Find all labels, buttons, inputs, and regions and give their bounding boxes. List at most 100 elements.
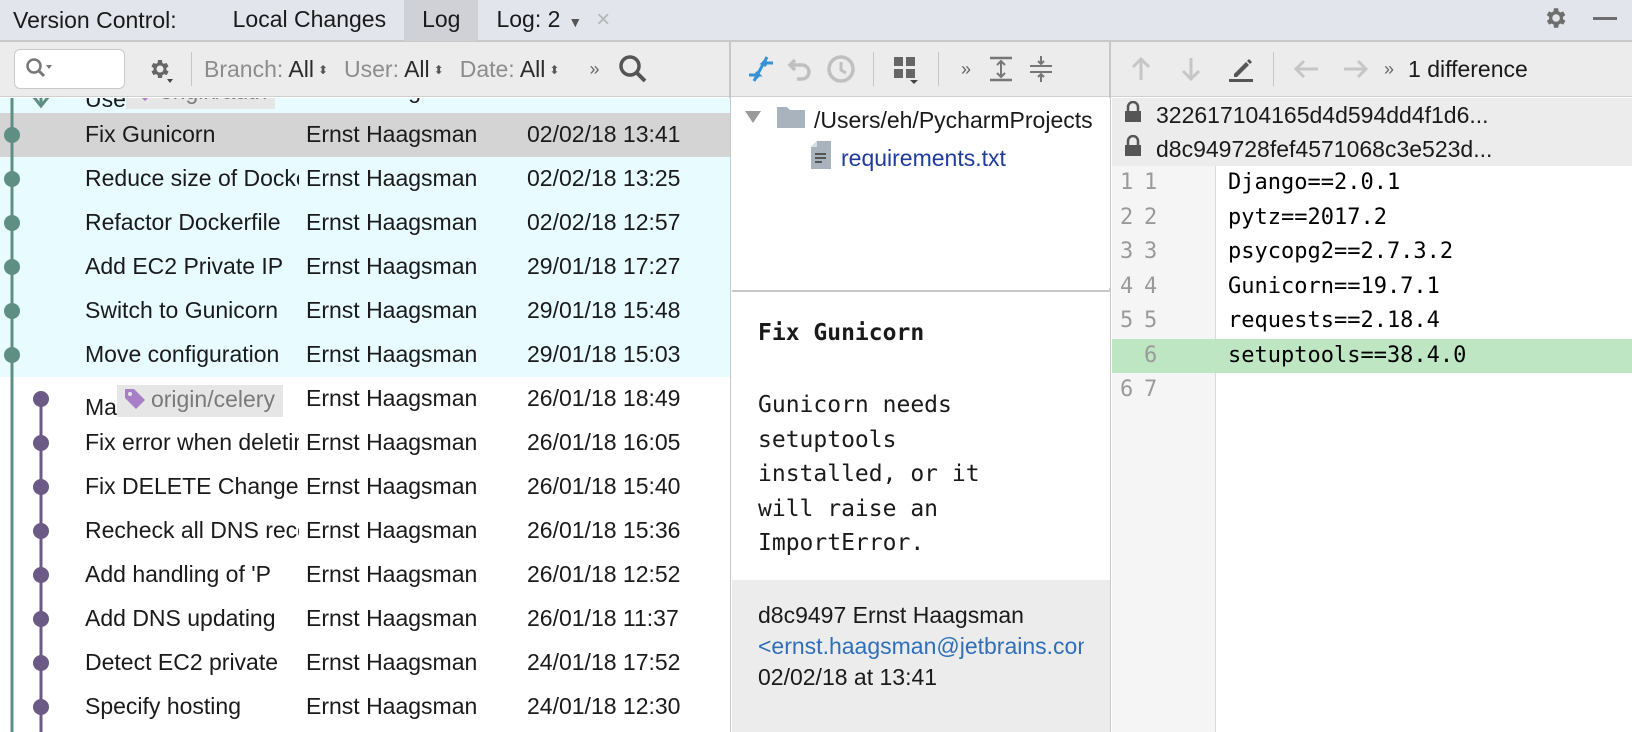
- author-email-link[interactable]: <ernst.haagsman@jetbrains.com>: [758, 631, 1084, 662]
- minimize-icon[interactable]: [1592, 5, 1618, 36]
- changes-toolbar: »: [731, 42, 1110, 97]
- commit-message-text: Detect EC2 private: [85, 649, 279, 675]
- history-clock-icon[interactable]: [821, 49, 861, 89]
- commit-message: Fix error when deleting: [85, 429, 299, 456]
- updown-arrows-icon: ⬍: [433, 63, 444, 78]
- commit-message-text: Fix Gunicorn: [85, 121, 216, 147]
- commit-message: Ma origin/celery: [85, 385, 305, 421]
- commit-message: Use origin/auth: [85, 98, 305, 113]
- search-icon: [26, 58, 52, 78]
- more-actions-chevron-icon[interactable]: »: [961, 59, 971, 80]
- commit-message: Add DNS updating: [85, 605, 299, 632]
- tree-root-node[interactable]: /Users/eh/PycharmProjects: [742, 104, 1093, 136]
- commit-message-title: Fix Gunicorn: [758, 320, 925, 346]
- diff-line: 2 2 pytz==2017.2: [1112, 201, 1632, 236]
- show-diff-icon[interactable]: [741, 49, 781, 89]
- commit-author: Ernst Haagsman: [306, 297, 478, 323]
- commit-date: 26/01/18 18:49: [527, 385, 681, 411]
- commit-row[interactable]: Refactor Dockerfile Ernst Haagsman 02/02/1…: [0, 201, 730, 245]
- changed-file-item[interactable]: requirements.txt: [810, 141, 1006, 175]
- commit-message: Add handling of 'P: [85, 561, 299, 588]
- previous-difference-up-arrow-icon[interactable]: [1121, 49, 1161, 89]
- edit-pencil-icon[interactable]: [1221, 49, 1261, 89]
- commit-author: Ernst Haagsman: [306, 693, 478, 719]
- commit-author: Ernst Haagsman: [306, 605, 478, 631]
- commit-author: Ernst Haagsman: [306, 649, 478, 675]
- date-filter[interactable]: Date: All ⬍: [460, 56, 560, 83]
- next-difference-down-arrow-icon[interactable]: [1171, 49, 1211, 89]
- line-code: requests==2.18.4: [1228, 308, 1440, 333]
- toolbar-separator: [873, 52, 874, 86]
- diff-line: 5 5 requests==2.18.4: [1112, 304, 1632, 339]
- commit-row[interactable]: Switch to Gunicorn Ernst Haagsman 29/01/18…: [0, 289, 730, 333]
- commit-row[interactable]: Detect EC2 private Ernst Haagsman 24/01/18…: [0, 641, 730, 685]
- commit-date: 29/01/18 17:27: [527, 253, 681, 279]
- filter-value: All: [288, 55, 314, 82]
- difference-count: 1 difference: [1408, 55, 1528, 82]
- commit-row[interactable]: Fix error when deleting Ernst Haagsman 26/…: [0, 421, 730, 465]
- updown-arrows-icon: ⬍: [317, 63, 329, 78]
- commit-row[interactable]: Add DNS updating Ernst Haagsman 26/01/18 1…: [0, 597, 730, 641]
- right-line-number: 7: [1144, 377, 1158, 402]
- commit-row[interactable]: Reduce size of Docker Ernst Haagsman 02/02…: [0, 157, 730, 201]
- toolbar-separator: [938, 52, 939, 86]
- log-toolbar: Branch: All ⬍ User: All ⬍ Date: All ⬍ »: [0, 42, 730, 97]
- tab-local-changes[interactable]: Local Changes: [215, 0, 404, 41]
- diff-line-added: 6 setuptools==38.4.0: [1112, 338, 1632, 373]
- line-code: setuptools==38.4.0: [1228, 342, 1467, 368]
- commit-row[interactable]: Add handling of 'P Ernst Haagsman 26/01/18…: [0, 553, 730, 597]
- branch-filter[interactable]: Branch: All ⬍: [204, 56, 328, 83]
- commit-row[interactable]: Fix DELETE Change Ernst Haagsman 26/01/18 …: [0, 465, 730, 509]
- tag-icon: [141, 98, 148, 101]
- commit-row[interactable]: Ma origin/celery Ernst Haagsman 26/01/18 18…: [0, 377, 730, 421]
- commit-meta: d8c9497 Ernst Haagsman <ernst.haagsman@j…: [732, 580, 1110, 732]
- settings-gear-icon[interactable]: [1542, 5, 1568, 36]
- filter-value: All: [404, 55, 430, 82]
- tab-log-2[interactable]: Log: 2 ▼ ×: [478, 0, 628, 41]
- group-by-icon[interactable]: [886, 49, 926, 89]
- more-actions-chevron-icon[interactable]: »: [589, 59, 599, 80]
- commit-row[interactable]: Recheck all DNS records Ernst Haagsman 26/…: [0, 509, 730, 553]
- lock-icon: [1124, 100, 1142, 129]
- changed-files-tree: /Users/eh/PycharmProjects requirements.t…: [732, 98, 1110, 288]
- commit-row[interactable]: Use origin/auth Ernst Haagsman 02/02/18 13:…: [0, 98, 730, 113]
- commit-log-table: Use origin/auth Ernst Haagsman 02/02/18 13:…: [0, 98, 730, 732]
- commit-message: Specify hosting: [85, 693, 299, 720]
- collapse-all-icon[interactable]: [1021, 49, 1061, 89]
- commit-date: 29/01/18 15:48: [527, 297, 681, 323]
- commit-message-text: Add DNS updating: [85, 605, 276, 631]
- commit-date: 02/02/18 13:41: [527, 121, 681, 147]
- right-revision-header: d8c949728fef4571068c3e523d...: [1112, 132, 1632, 166]
- commit-message-text: Fix error when deleting: [85, 429, 299, 455]
- forward-right-arrow-icon[interactable]: [1336, 49, 1376, 89]
- commit-author: Ernst Haagsman: [306, 473, 478, 499]
- log-settings-gear-icon[interactable]: [139, 49, 179, 89]
- commit-message-text: Fix DELETE Change: [85, 473, 299, 499]
- expand-all-icon[interactable]: [981, 49, 1021, 89]
- right-line-number: 2: [1144, 204, 1158, 230]
- expand-triangle-icon[interactable]: [742, 106, 764, 134]
- commit-author: Ernst Haagsman: [306, 121, 478, 147]
- dropdown-icon[interactable]: ▼: [568, 14, 582, 30]
- user-filter[interactable]: User: All ⬍: [344, 56, 444, 83]
- commit-details-panel: Fix Gunicorn Gunicorn needs setuptools i…: [732, 290, 1110, 732]
- commit-row[interactable]: Move configuration Ernst Haagsman 29/01/18…: [0, 333, 730, 377]
- filter-value: All: [519, 55, 546, 82]
- commit-row[interactable]: Specify hosting Ernst Haagsman 24/01/18 12…: [0, 685, 730, 729]
- commit-date: 26/01/18 12:52: [527, 561, 681, 587]
- more-actions-chevron-icon[interactable]: »: [1384, 59, 1394, 80]
- tab-log[interactable]: Log: [404, 0, 479, 41]
- commit-message-body: Gunicorn needs setuptools installed, or …: [758, 392, 980, 556]
- commit-row[interactable]: Add EC2 Private IP Ernst Haagsman 29/01/18…: [0, 245, 730, 289]
- branch-tag: origin/auth: [125, 98, 276, 109]
- commit-row[interactable]: Fix Gunicorn Ernst Haagsman 02/02/18 13:41: [0, 113, 730, 157]
- back-left-arrow-icon[interactable]: [1286, 49, 1326, 89]
- commit-author: Ernst Haagsman: [306, 385, 478, 411]
- log-search-input[interactable]: [14, 49, 125, 89]
- toolbar-separator: [191, 52, 192, 86]
- close-tab-icon[interactable]: ×: [596, 6, 610, 33]
- version-control-tabbar: Version Control: Local Changes Log Log: …: [0, 0, 1632, 42]
- find-search-icon[interactable]: [613, 49, 653, 89]
- revert-icon[interactable]: [781, 49, 821, 89]
- diff-line: 4 4 Gunicorn==19.7.1: [1112, 270, 1632, 305]
